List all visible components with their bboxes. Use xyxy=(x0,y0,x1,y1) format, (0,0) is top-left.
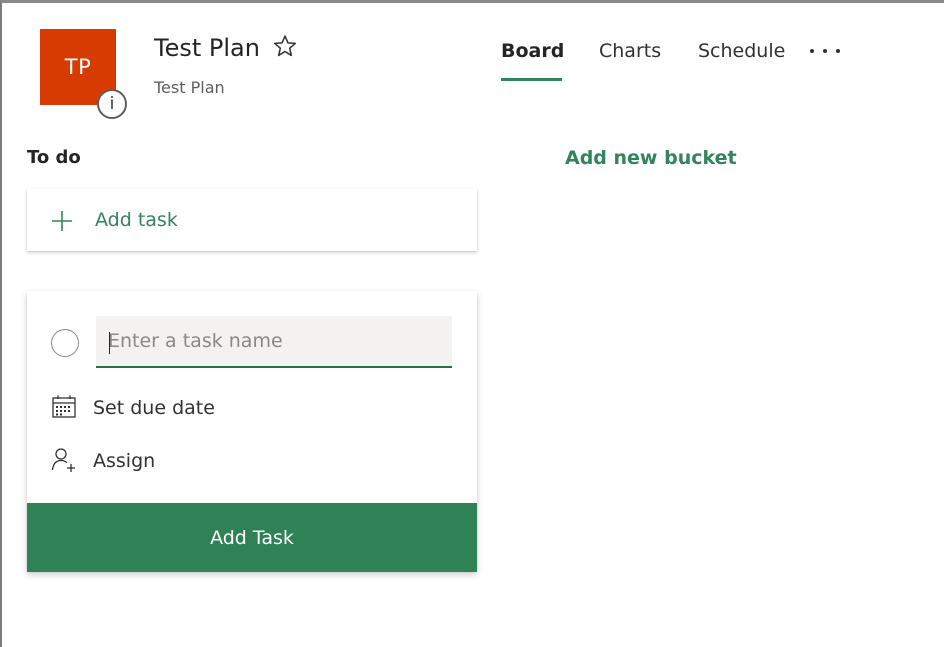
active-tab-indicator xyxy=(501,78,562,81)
add-new-bucket-link[interactable]: Add new bucket xyxy=(565,147,737,169)
plan-avatar-initials: TP xyxy=(64,55,92,79)
calendar-icon xyxy=(52,395,76,418)
plan-subtitle: Test Plan xyxy=(154,78,225,97)
more-options-icon[interactable] xyxy=(810,41,840,61)
task-name-input[interactable] xyxy=(96,316,452,368)
plan-title: Test Plan xyxy=(154,34,260,62)
tab-board[interactable]: Board xyxy=(501,40,564,62)
set-due-date-button[interactable]: Set due date xyxy=(93,397,215,419)
tab-schedule[interactable]: Schedule xyxy=(698,40,785,62)
more-dot xyxy=(810,49,814,53)
assign-button[interactable]: Assign xyxy=(93,450,155,472)
planner-window: TP i Test Plan Test Plan Board Charts Sc… xyxy=(0,0,944,647)
info-badge-label: i xyxy=(109,94,115,114)
add-task-submit-button[interactable]: Add Task xyxy=(27,503,477,572)
more-dot xyxy=(823,49,827,53)
complete-task-checkbox[interactable] xyxy=(51,329,79,357)
star-icon[interactable] xyxy=(272,33,298,59)
more-dot xyxy=(836,49,840,53)
tab-charts[interactable]: Charts xyxy=(599,40,661,62)
bucket-title[interactable]: To do xyxy=(27,147,81,168)
add-task-button[interactable]: Add task xyxy=(27,189,477,251)
assign-person-icon xyxy=(51,448,75,472)
plus-icon xyxy=(52,211,72,231)
add-task-label: Add task xyxy=(95,209,178,231)
text-cursor xyxy=(109,332,110,354)
info-icon[interactable]: i xyxy=(97,89,127,119)
new-task-form: Set due date Assign Add Task xyxy=(27,291,477,572)
